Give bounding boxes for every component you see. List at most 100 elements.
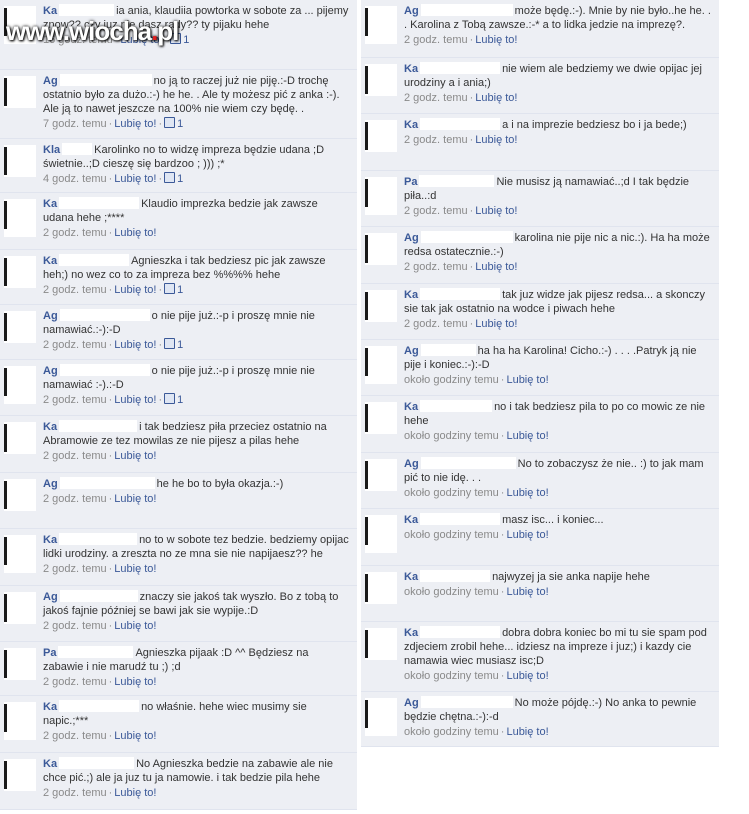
like-button[interactable]: Lubię to! xyxy=(114,620,156,632)
timestamp[interactable]: 2 godz. temu xyxy=(404,261,468,273)
timestamp[interactable]: około godziny temu xyxy=(404,487,499,499)
like-button[interactable]: Lubię to! xyxy=(114,339,156,351)
author-name-link[interactable]: Ag xyxy=(43,365,58,377)
avatar[interactable] xyxy=(4,199,36,237)
avatar[interactable] xyxy=(365,233,397,265)
author-name-link[interactable]: Ag xyxy=(43,310,58,322)
avatar[interactable] xyxy=(365,346,397,384)
avatar[interactable] xyxy=(4,702,36,740)
timestamp[interactable]: około godziny temu xyxy=(404,529,499,541)
author-name-link[interactable]: Ag xyxy=(404,697,419,709)
timestamp[interactable]: 2 godz. temu xyxy=(404,318,468,330)
timestamp[interactable]: 2 godz. temu xyxy=(404,134,468,146)
timestamp[interactable]: 2 godz. temu xyxy=(43,563,107,575)
avatar[interactable] xyxy=(4,422,36,454)
author-name-link[interactable]: Ka xyxy=(43,421,57,433)
like-count[interactable]: 1 xyxy=(164,393,183,406)
timestamp[interactable]: około godziny temu xyxy=(404,586,499,598)
avatar[interactable] xyxy=(365,120,397,152)
avatar[interactable] xyxy=(365,6,397,44)
avatar[interactable] xyxy=(4,311,36,343)
author-name-link[interactable]: Ka xyxy=(404,63,418,75)
timestamp[interactable]: 4 godz. temu xyxy=(43,173,107,185)
timestamp[interactable]: 2 godz. temu xyxy=(43,227,107,239)
avatar[interactable] xyxy=(365,402,397,434)
timestamp[interactable]: 2 godz. temu xyxy=(43,284,107,296)
author-name-link[interactable]: Ag xyxy=(404,345,419,357)
author-name-link[interactable]: Ka xyxy=(43,758,57,770)
timestamp[interactable]: 2 godz. temu xyxy=(43,450,107,462)
author-name-link[interactable]: Ag xyxy=(404,458,419,470)
like-button[interactable]: Lubię to! xyxy=(475,92,517,104)
avatar[interactable] xyxy=(4,76,36,108)
avatar[interactable] xyxy=(365,698,397,736)
avatar[interactable] xyxy=(365,459,397,491)
author-name-link[interactable]: Kla xyxy=(43,144,60,156)
like-button[interactable]: Lubię to! xyxy=(114,730,156,742)
author-name-link[interactable]: Ka xyxy=(43,198,57,210)
timestamp[interactable]: około godziny temu xyxy=(404,670,499,682)
timestamp[interactable]: 2 godz. temu xyxy=(43,493,107,505)
author-name-link[interactable]: Ag xyxy=(43,591,58,603)
author-name-link[interactable]: Pa xyxy=(43,647,56,659)
like-button[interactable]: Lubię to! xyxy=(475,205,517,217)
author-name-link[interactable]: Pa xyxy=(404,176,417,188)
like-button[interactable]: Lubię to! xyxy=(506,529,548,541)
avatar[interactable] xyxy=(365,290,397,322)
like-button[interactable]: Lubię to! xyxy=(506,670,548,682)
author-name-link[interactable]: Ka xyxy=(404,627,418,639)
like-button[interactable]: Lubię to! xyxy=(506,586,548,598)
author-name-link[interactable]: Ka xyxy=(43,255,57,267)
like-button[interactable]: Lubię to! xyxy=(506,487,548,499)
timestamp[interactable]: 7 godz. temu xyxy=(43,118,107,130)
author-name-link[interactable]: Ka xyxy=(404,289,418,301)
like-button[interactable]: Lubię to! xyxy=(114,173,156,185)
avatar[interactable] xyxy=(4,592,36,624)
like-button[interactable]: Lubię to! xyxy=(114,563,156,575)
avatar[interactable] xyxy=(365,177,397,215)
like-button[interactable]: Lubię to! xyxy=(114,450,156,462)
avatar[interactable] xyxy=(365,628,397,660)
like-count[interactable]: 1 xyxy=(164,283,183,296)
timestamp[interactable]: 2 godz. temu xyxy=(43,339,107,351)
avatar[interactable] xyxy=(365,572,397,604)
like-count[interactable]: 1 xyxy=(164,172,183,185)
author-name-link[interactable]: Ag xyxy=(404,5,419,17)
like-button[interactable]: Lubię to! xyxy=(114,394,156,406)
avatar[interactable] xyxy=(4,648,36,680)
timestamp[interactable]: 2 godz. temu xyxy=(404,92,468,104)
like-button[interactable]: Lubię to! xyxy=(114,493,156,505)
avatar[interactable] xyxy=(365,64,397,96)
like-button[interactable]: Lubię to! xyxy=(114,676,156,688)
timestamp[interactable]: 2 godz. temu xyxy=(43,394,107,406)
avatar[interactable] xyxy=(365,515,397,553)
avatar[interactable] xyxy=(4,479,36,511)
timestamp[interactable]: 2 godz. temu xyxy=(43,620,107,632)
like-button[interactable]: Lubię to! xyxy=(114,118,156,130)
timestamp[interactable]: około godziny temu xyxy=(404,374,499,386)
author-name-link[interactable]: Ka xyxy=(404,119,418,131)
author-name-link[interactable]: Ka xyxy=(404,571,418,583)
timestamp[interactable]: około godziny temu xyxy=(404,430,499,442)
avatar[interactable] xyxy=(4,759,36,791)
like-button[interactable]: Lubię to! xyxy=(114,227,156,239)
author-name-link[interactable]: Ka xyxy=(404,401,418,413)
author-name-link[interactable]: Ka xyxy=(43,701,57,713)
like-button[interactable]: Lubię to! xyxy=(114,284,156,296)
like-button[interactable]: Lubię to! xyxy=(506,726,548,738)
author-name-link[interactable]: Ag xyxy=(43,478,58,490)
like-button[interactable]: Lubię to! xyxy=(506,374,548,386)
like-button[interactable]: Lubię to! xyxy=(475,318,517,330)
timestamp[interactable]: 2 godz. temu xyxy=(404,34,468,46)
like-button[interactable]: Lubię to! xyxy=(506,430,548,442)
author-name-link[interactable]: Ka xyxy=(404,514,418,526)
like-count[interactable]: 1 xyxy=(164,338,183,351)
author-name-link[interactable]: Ag xyxy=(404,232,419,244)
timestamp[interactable]: 2 godz. temu xyxy=(404,205,468,217)
avatar[interactable] xyxy=(4,145,36,177)
avatar[interactable] xyxy=(4,366,36,404)
author-name-link[interactable]: Ka xyxy=(43,534,57,546)
author-name-link[interactable]: Ag xyxy=(43,75,58,87)
like-count[interactable]: 1 xyxy=(164,117,183,130)
timestamp[interactable]: 2 godz. temu xyxy=(43,676,107,688)
